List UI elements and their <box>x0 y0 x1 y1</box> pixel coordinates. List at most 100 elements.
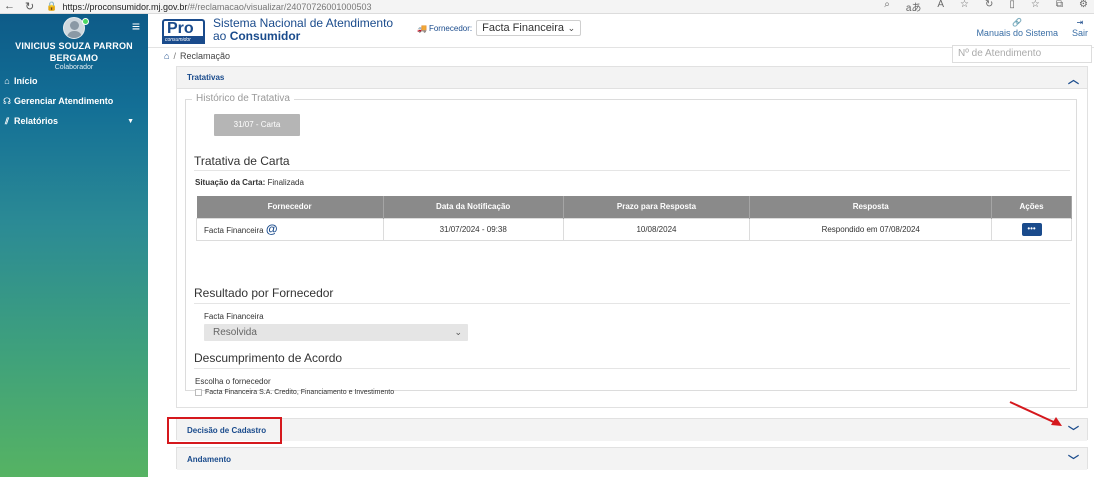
caret-down-icon: ▼ <box>127 117 134 125</box>
app-title-bold: Consumidor <box>229 29 301 43</box>
annotation-arrow-icon <box>1009 401 1062 426</box>
column-header: Data da Notificação <box>383 196 564 218</box>
sign-out-icon: ⇥ <box>1076 18 1084 27</box>
exit-link[interactable]: ⇥ Sair <box>1072 18 1088 38</box>
main-content: Tratativas ︿ Histórico de Tratativa 31/0… <box>148 64 1094 477</box>
email-at-icon[interactable]: @ <box>266 222 278 236</box>
split-screen-icon[interactable]: ▯ <box>1009 0 1015 14</box>
fornecedor-checkbox-row[interactable]: Facta Financeira S.A. Credito, Financiam… <box>195 389 394 396</box>
sidebar-item-relatorios[interactable]: ⫽ Relatórios ▼ <box>0 111 148 131</box>
user-role: Colaborador <box>54 64 94 71</box>
fornecedor-checkbox[interactable] <box>195 389 202 396</box>
breadcrumb-separator: / <box>173 51 176 61</box>
history-tab-carta[interactable]: 31/07 - Carta <box>214 114 300 136</box>
andamento-title: Andamento <box>187 454 231 464</box>
tratativas-title: Tratativas <box>187 73 225 82</box>
more-actions-button[interactable]: ••• <box>1021 222 1042 236</box>
online-status-icon <box>82 18 89 25</box>
situacao-value: Finalizada <box>267 178 304 187</box>
chart-icon: ⫽ <box>4 115 9 126</box>
highlight-annotation-box <box>167 417 282 444</box>
refresh-circle-icon[interactable]: ↻ <box>985 0 993 14</box>
user-name-line1: VINICIUS SOUZA PARRON <box>15 41 133 51</box>
supplier-label: Fornecedor: <box>428 23 473 33</box>
text-size-icon[interactable]: A <box>937 0 944 14</box>
extensions-icon[interactable]: ⚙ <box>1079 0 1088 14</box>
escolha-fornecedor-label: Escolha o fornecedor <box>195 377 271 386</box>
app-title-prefix: ao <box>213 29 230 43</box>
resultado-section-title: Resultado por Fornecedor <box>194 286 334 300</box>
sidebar-item-gerenciar-atendimento[interactable]: ☊ Gerenciar Atendimento <box>0 91 148 111</box>
url-path: /#/reclamacao/visualizar/240707260010005… <box>187 1 372 12</box>
collections-icon[interactable]: ⧉ <box>1056 0 1063 14</box>
cell-prazo: 10/08/2024 <box>562 217 751 241</box>
address-bar[interactable]: 🔒 https://proconsumidor.mj.gov.br/#/recl… <box>46 1 371 12</box>
read-aloud-icon[interactable]: aあ <box>906 0 922 14</box>
cell-data: 31/07/2024 - 09:38 <box>382 217 564 241</box>
fornecedor-checkbox-label: Facta Financeira S.A. Credito, Financiam… <box>205 389 395 396</box>
column-header: Ações <box>991 196 1072 218</box>
link-icon: 🔗 <box>1012 18 1023 27</box>
header-links: 🔗 Manuais do Sistema ⇥ Sair <box>976 18 1094 38</box>
manuals-link[interactable]: 🔗 Manuais do Sistema <box>976 18 1058 38</box>
headset-icon: ☊ <box>3 95 11 106</box>
atendimento-number-input[interactable]: Nº de Atendimento <box>952 45 1092 63</box>
decisao-cadastro-panel: Decisão de Cadastro ﹀ <box>176 418 1088 441</box>
favorite-star-icon[interactable]: ☆ <box>960 0 969 14</box>
chevron-down-icon[interactable]: ﹀ <box>1068 423 1079 439</box>
situacao-label: Situação da Carta: <box>195 178 266 187</box>
sidebar-item-label: Relatórios <box>14 116 59 126</box>
column-header: Resposta <box>749 196 993 218</box>
sidebar-item-inicio[interactable]: ⌂ Início <box>0 71 148 91</box>
chevron-down-icon: ⌄ <box>454 327 462 337</box>
home-icon[interactable]: ⌂ <box>164 51 169 61</box>
reload-icon[interactable]: ↻ <box>25 0 34 13</box>
chevron-down-icon[interactable]: ﹀ <box>1068 452 1079 468</box>
cell-acoes: ••• <box>991 217 1072 241</box>
divider <box>194 303 1070 304</box>
supplier-select[interactable]: Facta Financeira ⌄ <box>476 20 582 36</box>
sidebar-item-label: Início <box>14 76 38 86</box>
app-title: Sistema Nacional de Atendimento ao Consu… <box>213 17 393 43</box>
chevron-down-icon: ⌄ <box>567 23 576 33</box>
resultado-fornecedor-label: Facta Financeira <box>204 312 264 321</box>
top-header: Pro consumidor Sistema Nacional de Atend… <box>148 14 1094 48</box>
carta-section-title: Tratativa de Carta <box>194 154 290 168</box>
supplier-select-value: Facta Financeira <box>482 22 565 34</box>
exit-label: Sair <box>1071 28 1088 38</box>
home-icon: ⌂ <box>4 76 10 86</box>
tratativas-header[interactable]: Tratativas ︿ <box>177 67 1087 89</box>
favorites-icon[interactable]: ☆ <box>1031 0 1040 14</box>
logo-main-text: Pro <box>162 19 205 37</box>
sidebar: ≡ VINICIUS SOUZA PARRON BERGAMO Colabora… <box>0 14 148 477</box>
andamento-panel: Andamento ﹀ <box>176 447 1088 470</box>
andamento-header[interactable]: Andamento ﹀ <box>177 448 1087 470</box>
table-header-row: Fornecedor Data da Notificação Prazo par… <box>196 196 1072 218</box>
divider <box>194 368 1070 369</box>
logo-sub-text: consumidor <box>162 36 205 44</box>
back-icon[interactable]: ← <box>4 0 15 13</box>
lock-icon: 🔒 <box>46 1 58 11</box>
cell-resposta: Respondido em 07/08/2024 <box>749 217 993 241</box>
chevron-up-icon[interactable]: ︿ <box>1068 71 1079 87</box>
column-header: Fornecedor <box>196 196 384 218</box>
descumprimento-section-title: Descumprimento de Acordo <box>194 351 343 365</box>
tratativas-panel: Tratativas ︿ Histórico de Tratativa 31/0… <box>176 66 1088 408</box>
proconsumidor-logo[interactable]: Pro consumidor <box>162 19 205 44</box>
user-name-line2: BERGAMO <box>49 53 99 63</box>
resultado-select-value: Resolvida <box>213 327 257 338</box>
history-legend: Histórico de Tratativa <box>192 93 294 104</box>
divider <box>194 170 1070 171</box>
resultado-select[interactable]: Resolvida ⌄ <box>204 324 468 341</box>
search-icon[interactable]: ⌕ <box>884 0 890 14</box>
manuals-label: Manuais do Sistema <box>976 28 1058 38</box>
decisao-cadastro-header[interactable]: Decisão de Cadastro ﹀ <box>177 419 1087 441</box>
column-header: Prazo para Resposta <box>563 196 751 218</box>
hamburger-menu-icon[interactable]: ≡ <box>132 19 140 33</box>
table-row: Facta Financeira @ 31/07/2024 - 09:38 10… <box>196 217 1072 241</box>
truck-icon: 🚚 <box>417 23 427 33</box>
cell-fornecedor-text: Facta Financeira <box>204 226 264 235</box>
browser-toolbar: ← ↻ 🔒 https://proconsumidor.mj.gov.br/#/… <box>0 0 1094 14</box>
sidebar-item-label: Gerenciar Atendimento <box>14 96 114 106</box>
cell-fornecedor: Facta Financeira @ <box>196 217 384 241</box>
